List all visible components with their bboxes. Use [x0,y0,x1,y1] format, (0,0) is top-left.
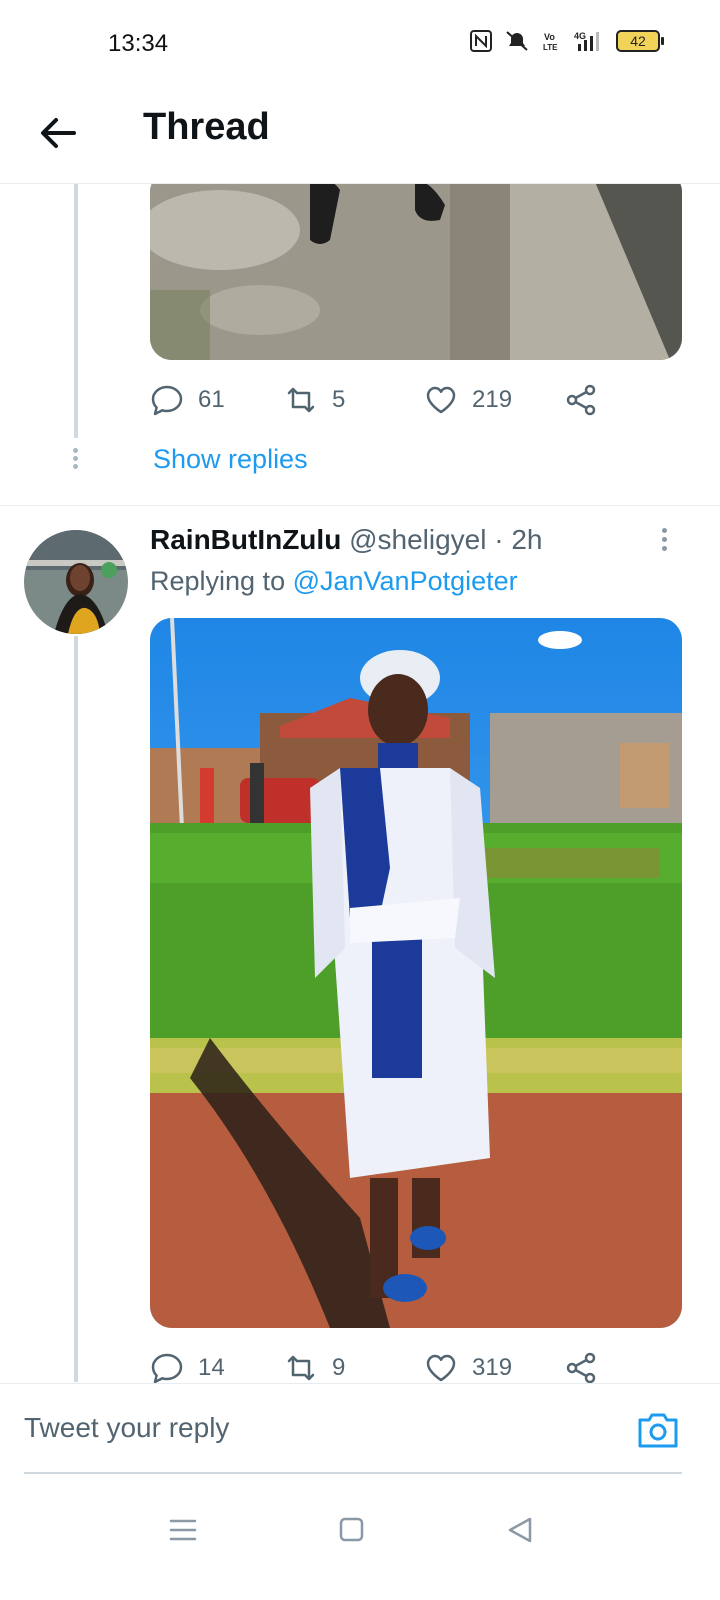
svg-text:4G: 4G [574,31,586,41]
share-action[interactable] [564,383,598,417]
menu-icon[interactable] [163,1510,203,1550]
nfc-icon [470,30,492,52]
triangle-back-icon[interactable] [500,1510,540,1550]
volte-icon: VoLTE [543,32,558,52]
retweet-icon [287,387,315,413]
battery-indicator: 42 [616,30,664,52]
top-app-bar: Thread [0,90,720,184]
retweet-count: 5 [332,386,346,413]
tweet-image[interactable] [150,618,682,1328]
like-action[interactable]: 319 [424,1351,564,1385]
like-count: 319 [472,1354,513,1381]
previous-tweet-actions: 61 5 219 [150,380,620,420]
reply-icon [151,1353,183,1384]
show-replies-link[interactable]: Show replies [153,444,308,475]
home-square-icon[interactable] [331,1510,371,1550]
previous-tweet-image[interactable] [150,170,682,360]
thread-connector-line-lower [74,636,78,1382]
share-icon [566,1352,596,1384]
avatar[interactable] [24,530,128,634]
like-action[interactable]: 219 [424,383,564,417]
tweet-actions: 14 9 319 [150,1348,620,1388]
status-time: 13:34 [108,30,169,57]
share-icon [566,384,596,416]
reply-action[interactable]: 14 [150,1351,284,1385]
reply-composer: Tweet your reply [0,1383,720,1474]
like-count: 219 [472,386,513,413]
mute-icon [506,31,528,51]
retweet-icon [287,1355,315,1381]
heart-icon [426,1354,456,1382]
more-options-icon[interactable] [662,528,672,555]
author-handle: @sheligyel [349,524,487,555]
retweet-count: 9 [332,1354,346,1381]
reply-count: 61 [198,386,225,413]
svg-text:LTE: LTE [543,43,558,52]
replying-to-link[interactable]: @JanVanPotgieter [293,566,518,596]
tweet-divider [0,505,720,506]
retweet-action[interactable]: 5 [284,383,424,417]
reply-count: 14 [198,1354,225,1381]
svg-text:Vo: Vo [544,32,555,42]
thread-dots [73,448,79,472]
share-action[interactable] [564,1351,598,1385]
replying-prefix: Replying to [150,566,293,596]
reply-icon [151,385,183,416]
heart-icon [426,386,456,414]
status-icons: Vo LTE 4G 42 [470,30,664,52]
replying-to: Replying to @JanVanPotgieter [150,566,518,597]
tweet-time: · 2h [494,524,543,555]
arrow-left-icon[interactable] [34,110,80,156]
signal-icon: 4G [574,31,599,51]
author-name: RainButInZulu [150,524,342,555]
reply-input[interactable]: Tweet your reply [24,1384,682,1474]
retweet-action[interactable]: 9 [284,1351,424,1385]
page-title: Thread [143,106,270,148]
status-bar: 13:34 Vo LTE 4G 42 [0,0,720,90]
system-nav-bar [0,1475,720,1600]
camera-icon[interactable] [636,1410,680,1450]
thread-connector-line [74,183,78,438]
reply-action[interactable]: 61 [150,383,284,417]
tweet-author[interactable]: RainButInZulu @sheligyel · 2h [150,524,542,556]
